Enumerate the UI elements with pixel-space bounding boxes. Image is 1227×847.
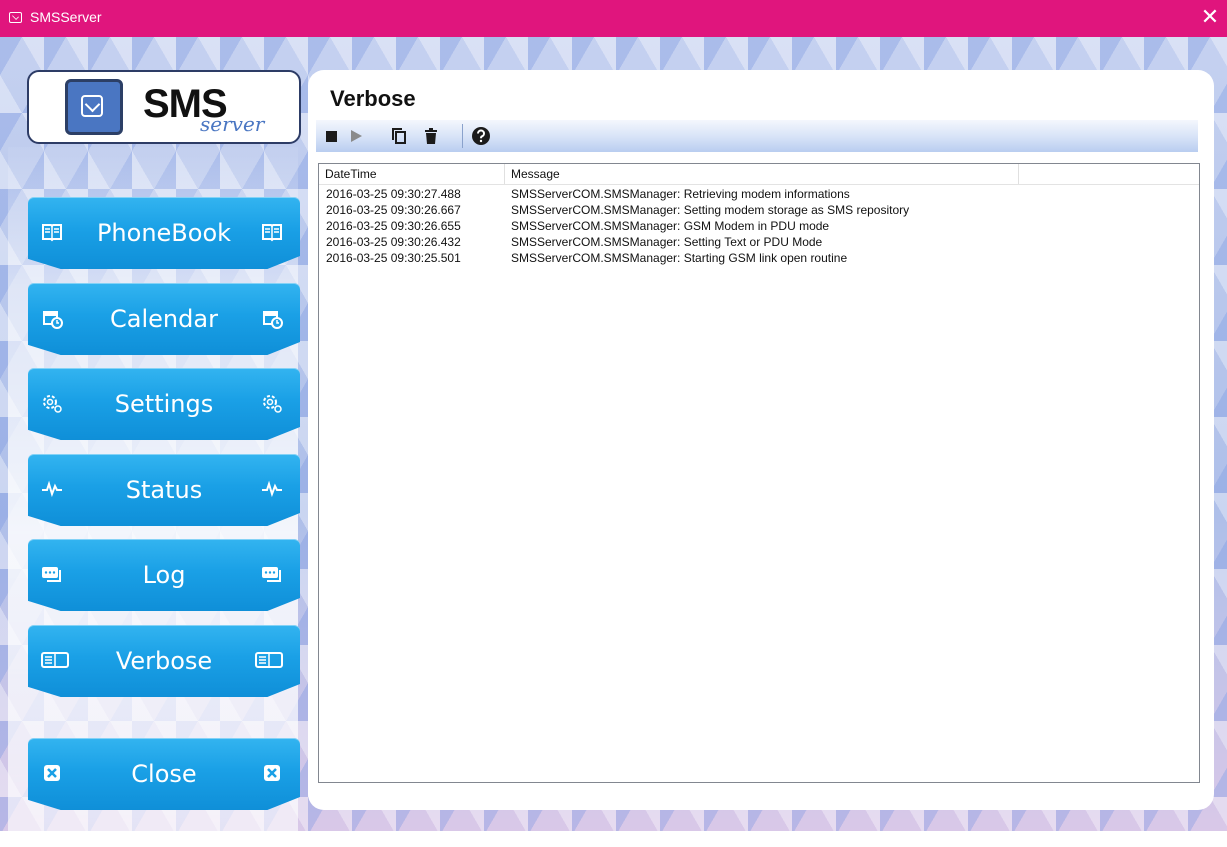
pulse-icon — [260, 478, 284, 500]
nav-button-settings[interactable]: Settings — [28, 368, 300, 440]
verbose-book-icon — [254, 649, 284, 671]
column-header-datetime[interactable]: DateTime — [319, 164, 505, 184]
gears-icon — [260, 392, 284, 414]
nav-button-calendar[interactable]: Calendar — [28, 283, 300, 355]
book-icon — [260, 221, 284, 243]
nav-button-log[interactable]: Log — [28, 539, 300, 611]
row-datetime: 2016-03-25 09:30:26.432 — [326, 235, 461, 249]
help-icon[interactable] — [471, 126, 491, 146]
row-datetime: 2016-03-25 09:30:26.667 — [326, 203, 461, 217]
envelope-icon — [9, 12, 22, 23]
calendar-clock-icon — [260, 307, 284, 329]
title-bar: SMSServer ✕ — [0, 0, 1227, 37]
play-icon[interactable] — [346, 126, 366, 146]
chat-bubbles-icon — [260, 563, 284, 585]
column-header-message[interactable]: Message — [505, 164, 1019, 184]
app-logo: SMS server — [27, 70, 301, 144]
stop-icon[interactable] — [322, 126, 342, 146]
verbose-list[interactable]: DateTime Message 2016-03-25 09:30:27.488… — [318, 163, 1200, 783]
logo-text-server: server — [200, 112, 265, 136]
page-title: Verbose — [330, 86, 416, 111]
row-datetime: 2016-03-25 09:30:27.488 — [326, 187, 461, 201]
window-close-button[interactable]: ✕ — [1197, 5, 1223, 31]
toolbar-separator — [462, 124, 463, 148]
row-datetime: 2016-03-25 09:30:25.501 — [326, 251, 461, 265]
envelope-icon — [65, 79, 123, 135]
copy-icon[interactable] — [389, 126, 409, 146]
verbose-panel: Verbose DateTime Message 2016-03-25 09:3… — [308, 70, 1214, 810]
close-button[interactable]: Close — [28, 738, 300, 810]
row-message: SMSServerCOM.SMSManager: Setting modem s… — [511, 203, 910, 217]
row-message: SMSServerCOM.SMSManager: Setting Text or… — [511, 235, 823, 249]
row-message: SMSServerCOM.SMSManager: Starting GSM li… — [511, 251, 848, 265]
row-message: SMSServerCOM.SMSManager: Retrieving mode… — [511, 187, 850, 201]
trash-icon[interactable] — [421, 126, 441, 146]
nav-button-status[interactable]: Status — [28, 454, 300, 526]
window-title: SMSServer — [30, 9, 102, 25]
toolbar — [316, 120, 1198, 152]
nav-button-phonebook[interactable]: PhoneBook — [28, 197, 300, 269]
row-datetime: 2016-03-25 09:30:26.655 — [326, 219, 461, 233]
close-box-icon — [260, 762, 284, 784]
row-message: SMSServerCOM.SMSManager: GSM Modem in PD… — [511, 219, 830, 233]
nav-button-verbose[interactable]: Verbose — [28, 625, 300, 697]
list-header: DateTime Message — [319, 164, 1199, 185]
